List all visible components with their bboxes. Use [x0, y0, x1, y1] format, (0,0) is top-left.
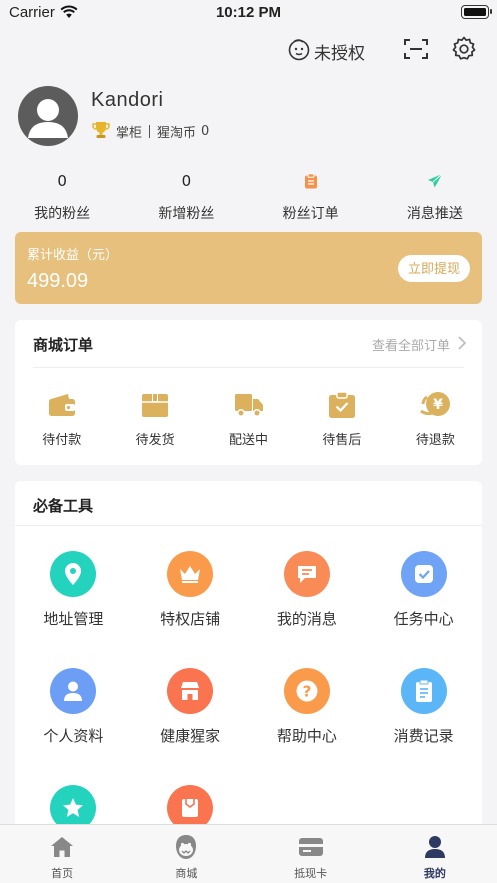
tab-label: 首页: [51, 867, 74, 880]
divider: [33, 367, 464, 368]
tool-privileged-store[interactable]: 特权店铺: [132, 551, 249, 668]
order-pending-payment[interactable]: 待付款: [15, 390, 108, 448]
withdraw-button[interactable]: 立即提现: [397, 255, 470, 282]
tool-label: 任务中心: [393, 610, 454, 628]
view-all-orders-link[interactable]: 查看全部订单: [371, 335, 467, 354]
tool-label: 个人资料: [43, 727, 104, 745]
tool-label: 我的消息: [276, 610, 337, 628]
yen-refund-icon: ¥: [389, 390, 482, 420]
settings-button[interactable]: [447, 34, 481, 68]
truck-icon: [202, 390, 295, 420]
order-label: 待付款: [42, 433, 82, 448]
tool-personal-profile[interactable]: 个人资料: [15, 668, 132, 785]
tab-home[interactable]: 首页: [0, 825, 124, 883]
order-after-sale[interactable]: 待售后: [295, 390, 388, 448]
crown-icon: [167, 551, 214, 597]
paper-plane-icon: [373, 170, 497, 192]
mascot-face-icon: [287, 37, 311, 66]
gear-icon: [451, 36, 477, 66]
tools-title: 必备工具: [33, 497, 94, 515]
question-icon: ?: [283, 668, 330, 714]
tool-label: 帮助中心: [276, 727, 337, 745]
scan-button[interactable]: [399, 34, 433, 68]
view-all-label: 查看全部订单: [371, 339, 450, 354]
member-role: 掌柜: [116, 126, 143, 141]
profile-icon: [373, 833, 497, 861]
stat-value: 0: [57, 172, 67, 190]
order-label: 待发货: [135, 433, 175, 448]
stat-label: 我的粉丝: [34, 206, 91, 222]
stat-label: 粉丝订单: [282, 206, 339, 222]
coin-value: 0: [201, 124, 210, 139]
stat-label: 新增粉丝: [158, 206, 215, 222]
wallet-icon: [15, 390, 108, 420]
tab-label: 商城: [175, 867, 198, 880]
chevron-right-icon: [458, 335, 467, 354]
divider: [15, 525, 482, 526]
order-label: 配送中: [229, 433, 269, 448]
box-icon: [108, 390, 201, 420]
clipboard-icon: [249, 170, 373, 192]
tool-spending-records[interactable]: 消费记录: [365, 668, 482, 785]
store-icon: [167, 668, 214, 714]
message-icon: [283, 551, 330, 597]
tool-help-center[interactable]: ? 帮助中心: [249, 668, 366, 785]
tab-mine[interactable]: 我的: [373, 825, 497, 883]
trophy-icon: [91, 120, 111, 144]
check-clipboard-icon: [295, 390, 388, 420]
user-icon: [50, 668, 97, 714]
order-label: 待退款: [415, 433, 455, 448]
order-label: 待售后: [322, 433, 362, 448]
order-pending-shipment[interactable]: 待发货: [108, 390, 201, 448]
svg-text:?: ?: [303, 683, 312, 701]
status-bar: Carrier 10:12 PM: [0, 0, 497, 26]
gorilla-icon: [124, 833, 248, 861]
svg-text:¥: ¥: [433, 397, 443, 413]
tab-label: 我的: [423, 867, 446, 880]
earnings-label: 累计收益（元）: [27, 248, 119, 263]
stat-my-fans[interactable]: 0 我的粉丝: [0, 170, 124, 223]
stat-value: 0: [181, 172, 192, 190]
tool-label: 地址管理: [43, 610, 104, 628]
record-icon: [400, 668, 447, 714]
stat-message-push[interactable]: 消息推送: [373, 170, 497, 223]
tab-label: 抵现卡: [294, 867, 328, 880]
tool-health-home[interactable]: 健康猩家: [132, 668, 249, 785]
scan-icon: [403, 37, 429, 65]
stats-row: 0 我的粉丝 0 新增粉丝 粉丝订单 消息推送: [0, 170, 497, 223]
avatar[interactable]: [18, 86, 78, 146]
stat-fan-orders[interactable]: 粉丝订单: [249, 170, 373, 223]
order-in-delivery[interactable]: 配送中: [202, 390, 295, 448]
location-pin-icon: [50, 551, 97, 597]
tab-mall[interactable]: 商城: [124, 825, 248, 883]
card-icon: [249, 833, 373, 861]
tab-cash-card[interactable]: 抵现卡: [249, 825, 373, 883]
profile-section[interactable]: Kandori 掌柜 猩淘币 0: [18, 86, 209, 146]
tool-label: 消费记录: [393, 727, 454, 745]
coin-label: 猩淘币: [157, 126, 197, 141]
tool-label: 特权店铺: [160, 610, 221, 628]
tool-task-center[interactable]: 任务中心: [365, 551, 482, 668]
mall-orders-card: 商城订单 查看全部订单 待付款 待发货 配送中 待售后 ¥ 待退款: [15, 320, 482, 465]
auth-status-label: 未授权: [314, 43, 365, 64]
earnings-value: 499.09: [27, 270, 89, 292]
tool-address-management[interactable]: 地址管理: [15, 551, 132, 668]
stat-label: 消息推送: [406, 206, 463, 222]
top-actions: 未授权: [287, 34, 481, 68]
home-icon: [0, 833, 124, 861]
tool-label: 健康猩家: [160, 727, 221, 745]
bottom-tab-bar: 首页 商城 抵现卡 我的: [0, 824, 497, 883]
divider: [149, 125, 151, 138]
battery-icon: [461, 5, 492, 19]
essential-tools-card: 必备工具 地址管理 特权店铺 我的消息 任务中心 个人资料 健康猩家 ? 帮助中…: [15, 481, 482, 841]
order-pending-refund[interactable]: ¥ 待退款: [389, 390, 482, 448]
task-check-icon: [400, 551, 447, 597]
auth-status-button[interactable]: 未授权: [287, 37, 365, 66]
earnings-card: 累计收益（元） 499.09 立即提现: [15, 232, 482, 304]
stat-new-fans[interactable]: 0 新增粉丝: [124, 170, 248, 223]
tool-my-messages[interactable]: 我的消息: [249, 551, 366, 668]
orders-title: 商城订单: [33, 336, 94, 354]
username: Kandori: [91, 88, 164, 111]
clock: 10:12 PM: [215, 4, 282, 21]
